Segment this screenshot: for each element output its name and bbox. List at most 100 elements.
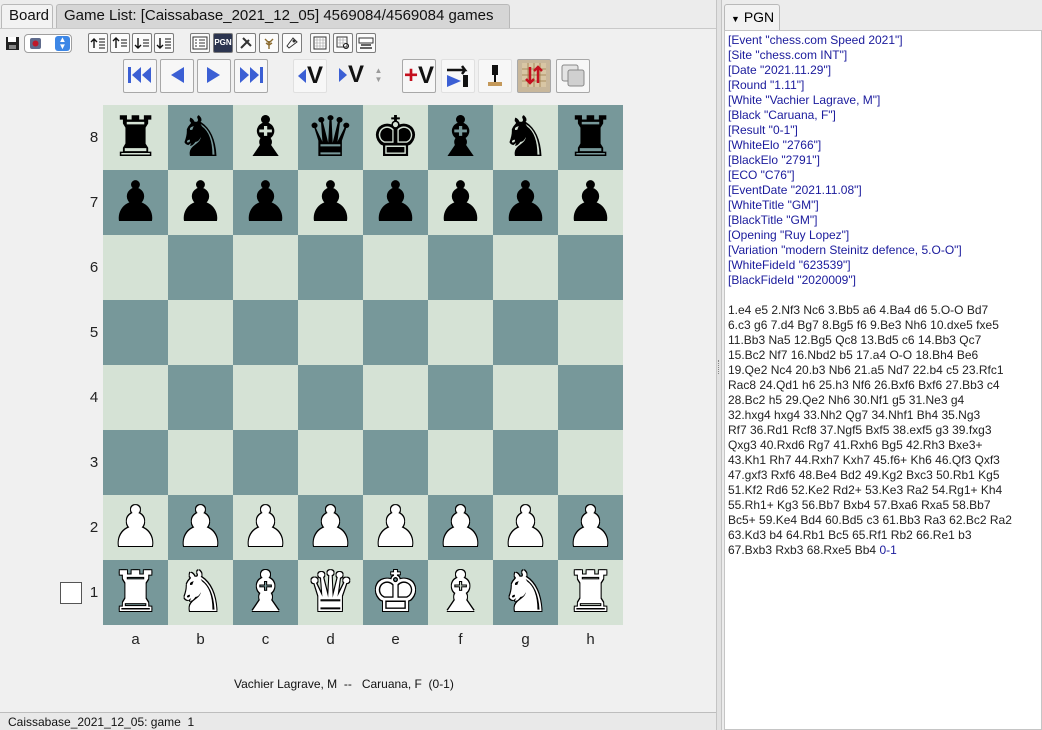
square-d8[interactable]: ♛ — [298, 105, 363, 170]
black-king-icon[interactable]: ♚ — [370, 109, 420, 166]
white-pawn-icon[interactable]: ♟ — [240, 499, 290, 556]
square-c1[interactable]: ♝ — [233, 560, 298, 625]
square-d1[interactable]: ♛ — [298, 560, 363, 625]
game-info-icon[interactable] — [190, 33, 210, 53]
square-d5[interactable] — [298, 300, 363, 365]
square-e2[interactable]: ♟ — [363, 495, 428, 560]
square-f7[interactable]: ♟ — [428, 170, 493, 235]
square-e5[interactable] — [363, 300, 428, 365]
square-a1[interactable]: ♜ — [103, 560, 168, 625]
square-f3[interactable] — [428, 430, 493, 495]
tree-icon[interactable] — [259, 33, 279, 53]
square-a7[interactable]: ♟ — [103, 170, 168, 235]
white-knight-icon[interactable]: ♞ — [500, 564, 550, 621]
square-b6[interactable] — [168, 235, 233, 300]
square-f5[interactable] — [428, 300, 493, 365]
square-b4[interactable] — [168, 365, 233, 430]
square-h1[interactable]: ♜ — [558, 560, 623, 625]
toggle-coords-button[interactable] — [556, 59, 590, 93]
pgn-move-line[interactable]: 47.gxf3 Rxf6 48.Be4 Bd2 49.Kg2 Bxc3 50.R… — [728, 468, 1040, 483]
move-up-icon[interactable] — [110, 33, 130, 53]
square-e1[interactable]: ♚ — [363, 560, 428, 625]
search-board-icon[interactable] — [333, 33, 353, 53]
save-icon[interactable] — [2, 33, 22, 53]
square-c7[interactable]: ♟ — [233, 170, 298, 235]
square-f8[interactable]: ♝ — [428, 105, 493, 170]
forward-button[interactable] — [197, 59, 231, 93]
board-grid-icon[interactable] — [310, 33, 330, 53]
black-queen-icon[interactable]: ♛ — [305, 109, 355, 166]
square-f6[interactable] — [428, 235, 493, 300]
move-down-list-icon[interactable] — [154, 33, 174, 53]
black-pawn-icon[interactable]: ♟ — [110, 174, 160, 231]
square-b1[interactable]: ♞ — [168, 560, 233, 625]
comment-editor-button[interactable] — [478, 59, 512, 93]
goto-start-button[interactable] — [123, 59, 157, 93]
square-c8[interactable]: ♝ — [233, 105, 298, 170]
combo-stepper[interactable]: ▲ ▼ — [55, 36, 70, 51]
square-a4[interactable] — [103, 365, 168, 430]
tab-board[interactable]: Board — [1, 4, 53, 28]
pgn-icon[interactable]: PGN — [213, 33, 233, 53]
pgn-text-area[interactable]: [Event "chess.com Speed 2021"] [Site "che… — [724, 30, 1042, 730]
square-a2[interactable]: ♟ — [103, 495, 168, 560]
pgn-move-line[interactable]: Qxg3 40.Rxd6 Rg7 41.Rxh6 Bg5 42.Rh3 Bxe3… — [728, 438, 1040, 453]
flip-board-button[interactable] — [517, 59, 551, 93]
square-h7[interactable]: ♟ — [558, 170, 623, 235]
square-e4[interactable] — [363, 365, 428, 430]
square-c3[interactable] — [233, 430, 298, 495]
square-c2[interactable]: ♟ — [233, 495, 298, 560]
square-f4[interactable] — [428, 365, 493, 430]
black-rook-icon[interactable]: ♜ — [110, 109, 160, 166]
goto-end-button[interactable] — [234, 59, 268, 93]
pgn-move-line[interactable]: 11.Bb3 Na5 12.Bg5 Qc8 13.Bd5 c6 14.Bb3 Q… — [728, 333, 1040, 348]
move-down-icon[interactable] — [132, 33, 152, 53]
exit-variation-button[interactable]: V — [293, 59, 327, 93]
white-bishop-icon[interactable]: ♝ — [435, 564, 485, 621]
tab-game-list[interactable]: Game List: [Caissabase_2021_12_05] 45690… — [56, 4, 510, 28]
black-knight-icon[interactable]: ♞ — [175, 109, 225, 166]
white-pawn-icon[interactable]: ♟ — [500, 499, 550, 556]
pgn-move-line[interactable]: Rf7 36.Rd1 Rcf8 37.Ngf5 Bxf5 38.exf5 g3 … — [728, 423, 1040, 438]
white-king-icon[interactable]: ♚ — [370, 564, 420, 621]
black-bishop-icon[interactable]: ♝ — [435, 109, 485, 166]
white-rook-icon[interactable]: ♜ — [565, 564, 615, 621]
square-c5[interactable] — [233, 300, 298, 365]
black-pawn-icon[interactable]: ♟ — [565, 174, 615, 231]
square-g4[interactable] — [493, 365, 558, 430]
black-pawn-icon[interactable]: ♟ — [175, 174, 225, 231]
square-a8[interactable]: ♜ — [103, 105, 168, 170]
black-bishop-icon[interactable]: ♝ — [240, 109, 290, 166]
square-h4[interactable] — [558, 365, 623, 430]
white-rook-icon[interactable]: ♜ — [110, 564, 160, 621]
pgn-move-line[interactable]: 32.hxg4 hxg4 33.Nh2 Qg7 34.Nhf1 Bh4 35.N… — [728, 408, 1040, 423]
square-h6[interactable] — [558, 235, 623, 300]
black-pawn-icon[interactable]: ♟ — [240, 174, 290, 231]
square-h3[interactable] — [558, 430, 623, 495]
square-g3[interactable] — [493, 430, 558, 495]
square-h8[interactable]: ♜ — [558, 105, 623, 170]
white-pawn-icon[interactable]: ♟ — [110, 499, 160, 556]
square-d2[interactable]: ♟ — [298, 495, 363, 560]
square-g2[interactable]: ♟ — [493, 495, 558, 560]
autoplay-button[interactable] — [441, 59, 475, 93]
square-b3[interactable] — [168, 430, 233, 495]
back-button[interactable] — [160, 59, 194, 93]
square-h2[interactable]: ♟ — [558, 495, 623, 560]
pgn-move-line[interactable]: 15.Bc2 Nf7 16.Nbd2 b5 17.a4 O-O 18.Bh4 B… — [728, 348, 1040, 363]
square-b5[interactable] — [168, 300, 233, 365]
pgn-last-moves[interactable]: 67.Bxb3 Rxb3 68.Rxe5 Bb4 — [728, 543, 876, 557]
pgn-move-line[interactable]: 63.Kd3 b4 64.Rb1 Bc5 65.Rf1 Rb2 66.Re1 b… — [728, 528, 1040, 543]
pgn-move-line[interactable]: 55.Rh1+ Kg3 56.Bb7 Bxb4 57.Bxa6 Rxa5 58.… — [728, 498, 1040, 513]
square-e7[interactable]: ♟ — [363, 170, 428, 235]
variation-select[interactable]: V ▲ ▼ — [338, 61, 400, 88]
pgn-move-line[interactable]: 1.e4 e5 2.Nf3 Nc6 3.Bb5 a6 4.Ba4 d6 5.O-… — [728, 303, 1040, 318]
square-d4[interactable] — [298, 365, 363, 430]
crosstable-icon[interactable] — [356, 33, 376, 53]
square-g1[interactable]: ♞ — [493, 560, 558, 625]
black-knight-icon[interactable]: ♞ — [500, 109, 550, 166]
white-pawn-icon[interactable]: ♟ — [565, 499, 615, 556]
square-c4[interactable] — [233, 365, 298, 430]
pgn-move-line[interactable]: 19.Qe2 Nc4 20.b3 Nb6 21.a5 Nd7 22.b4 c5 … — [728, 363, 1040, 378]
black-pawn-icon[interactable]: ♟ — [305, 174, 355, 231]
